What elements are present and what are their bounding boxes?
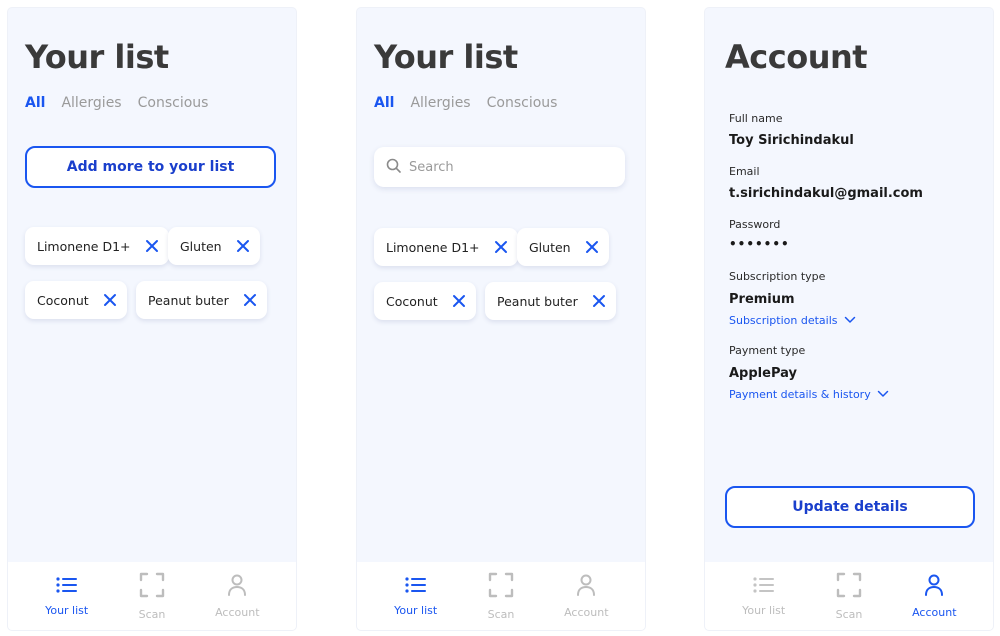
- payment-details-link[interactable]: Payment details & history: [729, 388, 889, 401]
- remove-icon[interactable]: [145, 239, 159, 253]
- nav-your-list[interactable]: Your list: [32, 576, 102, 617]
- nav-label: Scan: [138, 607, 166, 621]
- your-list-search-screen: Your list All Allergies Conscious Limone…: [357, 8, 645, 630]
- chip-label: Limonene D1+: [37, 238, 131, 254]
- nav-label: Your list: [394, 603, 438, 617]
- password-value: •••••••: [729, 237, 790, 251]
- list-icon: [405, 576, 427, 598]
- email-value: t.sirichindakul@gmail.com: [729, 186, 923, 201]
- bottom-nav: Your list Scan Account: [705, 562, 993, 630]
- page-title: Your list: [25, 38, 169, 76]
- tab-all[interactable]: All: [25, 95, 45, 111]
- list-chip: Coconut: [374, 282, 476, 320]
- nav-label: Account: [215, 605, 260, 619]
- nav-label: Your list: [742, 603, 786, 617]
- add-more-button[interactable]: Add more to your list: [25, 146, 276, 188]
- nav-label: Account: [912, 605, 957, 619]
- user-icon: [227, 574, 247, 600]
- payment-value: ApplePay: [729, 366, 797, 381]
- update-details-button[interactable]: Update details: [725, 486, 975, 528]
- chip-label: Gluten: [529, 239, 571, 255]
- subscription-value: Premium: [729, 292, 795, 307]
- list-icon: [56, 576, 78, 598]
- tab-allergies[interactable]: Allergies: [61, 95, 121, 111]
- search-input[interactable]: [409, 159, 609, 175]
- search-icon: [386, 158, 401, 177]
- nav-account[interactable]: Account: [551, 574, 621, 619]
- nav-your-list[interactable]: Your list: [729, 576, 799, 617]
- nav-scan[interactable]: Scan: [117, 572, 187, 621]
- chip-label: Limonene D1+: [386, 239, 480, 255]
- list-chip: Limonene D1+: [374, 228, 518, 266]
- chip-label: Coconut: [386, 293, 438, 309]
- scan-icon: [139, 572, 165, 602]
- nav-your-list[interactable]: Your list: [381, 576, 451, 617]
- nav-scan[interactable]: Scan: [814, 572, 884, 621]
- account-screen: Account Full name Toy Sirichindakul Emai…: [705, 8, 993, 630]
- bottom-nav: Your list Scan Account: [357, 562, 645, 630]
- remove-icon[interactable]: [236, 239, 250, 253]
- remove-icon[interactable]: [494, 240, 508, 254]
- tab-all[interactable]: All: [374, 95, 394, 111]
- nav-account[interactable]: Account: [202, 574, 272, 619]
- nav-scan[interactable]: Scan: [466, 572, 536, 621]
- list-chip: Peanut buter: [485, 282, 616, 320]
- chip-label: Peanut buter: [497, 293, 578, 309]
- search-box: [374, 147, 625, 187]
- chip-label: Peanut buter: [148, 292, 229, 308]
- email-label: Email: [729, 165, 760, 178]
- tab-allergies[interactable]: Allergies: [410, 95, 470, 111]
- tab-conscious[interactable]: Conscious: [138, 95, 209, 111]
- list-chip: Coconut: [25, 281, 127, 319]
- full-name-label: Full name: [729, 112, 783, 125]
- your-list-screen: Your list All Allergies Conscious Add mo…: [8, 8, 296, 630]
- list-chip: Gluten: [517, 228, 609, 266]
- password-label: Password: [729, 218, 781, 231]
- subscription-label: Subscription type: [729, 270, 826, 283]
- chip-label: Gluten: [180, 238, 222, 254]
- link-label: Subscription details: [729, 314, 838, 327]
- filter-tabs: All Allergies Conscious: [374, 95, 557, 111]
- tab-conscious[interactable]: Conscious: [487, 95, 558, 111]
- link-label: Payment details & history: [729, 388, 871, 401]
- remove-icon[interactable]: [585, 240, 599, 254]
- remove-icon[interactable]: [103, 293, 117, 307]
- list-chip: Peanut buter: [136, 281, 267, 319]
- page-title: Account: [725, 38, 868, 76]
- remove-icon[interactable]: [243, 293, 257, 307]
- scan-icon: [488, 572, 514, 602]
- list-chip: Limonene D1+: [25, 227, 169, 265]
- scan-icon: [836, 572, 862, 602]
- bottom-nav: Your list Scan Account: [8, 562, 296, 630]
- remove-icon[interactable]: [452, 294, 466, 308]
- nav-label: Scan: [487, 607, 515, 621]
- nav-label: Account: [564, 605, 609, 619]
- nav-account[interactable]: Account: [899, 574, 969, 619]
- list-icon: [753, 576, 775, 598]
- page-title: Your list: [374, 38, 518, 76]
- nav-label: Scan: [835, 607, 863, 621]
- list-chip: Gluten: [168, 227, 260, 265]
- payment-label: Payment type: [729, 344, 806, 357]
- full-name-value: Toy Sirichindakul: [729, 133, 854, 148]
- remove-icon[interactable]: [592, 294, 606, 308]
- chip-label: Coconut: [37, 292, 89, 308]
- subscription-details-link[interactable]: Subscription details: [729, 314, 856, 327]
- user-icon: [924, 574, 944, 600]
- user-icon: [576, 574, 596, 600]
- filter-tabs: All Allergies Conscious: [25, 95, 208, 111]
- nav-label: Your list: [45, 603, 89, 617]
- chevron-down-icon: [877, 388, 889, 401]
- chevron-down-icon: [844, 314, 856, 327]
